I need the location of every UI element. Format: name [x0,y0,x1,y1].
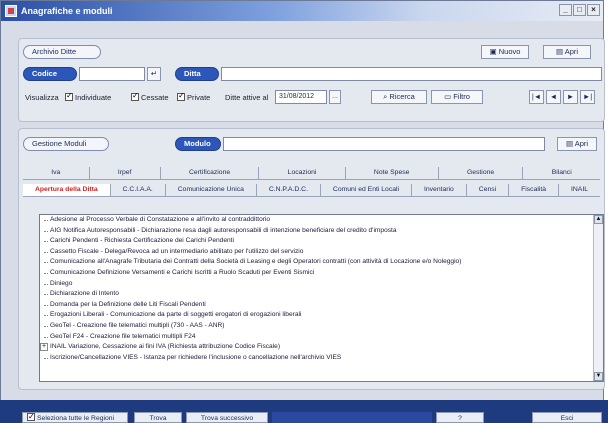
category-tabs-top: Iva Irpef Certificazione Locazioni Note … [23,167,600,180]
tab-cnpadc[interactable]: C.N.P.A.D.C. [255,184,320,196]
tab-censi[interactable]: Censi [465,184,508,196]
tab-bilanci[interactable]: Bilanci [522,167,600,179]
list-item[interactable]: GeoTel F24 - Creazione file telematici m… [40,332,603,343]
module-manager-label: Gestione Moduli [23,137,109,151]
private-checkbox[interactable]: Private [177,91,210,102]
window-controls: _ □ × [559,4,600,16]
checkbox-icon [27,411,35,422]
tab-comunicazione-unica[interactable]: Comunicazione Unica [164,184,256,196]
first-record-button[interactable]: |◄ [529,90,544,104]
code-lookup-icon[interactable]: ↵ [147,67,161,81]
archive-panel: Archivio Ditte ▣ Nuovo ▤ Apri Codice ↵ D… [18,38,605,122]
exit-button[interactable]: Esci [532,412,602,423]
list-item[interactable]: Comunicazione all'Anagrafe Tributaria de… [40,257,603,268]
scroll-up-icon[interactable]: ▲ [594,215,603,224]
company-input[interactable] [221,67,602,81]
tab-inail[interactable]: INAIL [558,184,600,196]
maximize-button[interactable]: □ [573,4,586,16]
open-icon: ▤ [555,47,565,56]
list-item[interactable]: Adesione al Processo Verbale di Constata… [40,215,603,226]
list-item[interactable]: Carichi Pendenti - Richiesta Certificazi… [40,236,603,247]
open-icon: ▤ [565,139,575,148]
list-item[interactable]: Iscrizione/Cancellazione VIES - Istanza … [40,353,603,364]
checkbox-icon [177,91,185,101]
list-item[interactable]: AIG Notifica Autoresponsabili - Dichiara… [40,226,603,237]
next-record-button[interactable]: ► [563,90,578,104]
list-item[interactable]: Dichiarazione di Intento [40,289,603,300]
tab-apertura-ditta[interactable]: Apertura della Ditta [23,184,110,196]
list-scrollbar[interactable]: ▲ ▼ [593,215,603,381]
module-input[interactable] [223,137,545,151]
module-open-button[interactable]: ▤ Apri [557,137,597,151]
list-item[interactable]: Diniego [40,279,603,290]
calendar-icon[interactable]: … [329,90,341,104]
window-title: Anagrafiche e moduli [21,6,113,16]
expand-icon[interactable]: + [40,343,48,352]
category-tabs-bottom: Apertura della Ditta C.C.I.A.A. Comunica… [23,184,600,197]
status-bar: Seleziona tutte le Regioni Trova Trova s… [0,400,608,423]
main-window: Anagrafiche e moduli _ □ × Archivio Ditt… [0,0,605,423]
new-button[interactable]: ▣ Nuovo [481,45,529,59]
find-next-button[interactable]: Trova successivo [186,412,268,423]
tab-locazioni[interactable]: Locazioni [258,167,344,179]
find-button[interactable]: Trova [134,412,182,423]
checkbox-icon [65,91,73,101]
tab-certificazione[interactable]: Certificazione [159,167,259,179]
list-item[interactable]: Domanda per la Definizione delle Liti Fi… [40,300,603,311]
archive-ditte-label: Archivio Ditte [23,45,101,59]
list-item[interactable]: GeoTel - Creazione file telematici multi… [40,321,603,332]
last-record-button[interactable]: ►| [580,90,595,104]
title-bar: Anagrafiche e moduli _ □ × [1,1,603,21]
app-icon [5,5,17,17]
list-item[interactable]: Cassetto Fiscale - Delega/Revoca ad un i… [40,247,603,258]
help-button[interactable]: ? [436,412,484,423]
tab-comuni-enti-locali[interactable]: Comuni ed Enti Locali [319,184,411,196]
show-label: Visualizza [25,93,59,102]
tab-iva[interactable]: Iva [23,167,89,179]
module-list: Adesione al Processo Verbale di Constata… [39,214,604,382]
modules-panel: Gestione Moduli Modulo ▤ Apri Iva Irpef … [18,128,605,390]
ceased-checkbox[interactable]: Cessate [131,91,169,102]
code-label: Codice [23,67,77,81]
tab-fiscalita[interactable]: Fiscalità [508,184,558,196]
checkbox-icon [131,91,139,101]
date-label: Ditte attive al [225,93,269,102]
code-input[interactable] [79,67,145,81]
list-item[interactable]: Comunicazione Definizione Versamenti e C… [40,268,603,279]
open-button[interactable]: ▤ Apri [543,45,591,59]
close-button[interactable]: × [587,4,600,16]
status-spacer [272,412,432,423]
minimize-button[interactable]: _ [559,4,572,16]
filter-button[interactable]: ▭ Filtro [431,90,483,104]
company-label: Ditta [175,67,219,81]
list-item[interactable]: Erogazioni Liberali - Comunicazione da p… [40,310,603,321]
tab-irpef[interactable]: Irpef [88,167,160,179]
scroll-down-icon[interactable]: ▼ [594,372,603,381]
new-icon: ▣ [489,47,499,56]
module-label: Modulo [175,137,221,151]
tab-inventario[interactable]: Inventario [411,184,466,196]
list-item[interactable]: + INAIL Variazione, Cessazione ai fini IV… [40,342,603,353]
tab-note-spese[interactable]: Note Spese [344,167,438,179]
prev-record-button[interactable]: ◄ [546,90,561,104]
date-input[interactable]: 31/08/2012 [275,90,327,104]
search-button[interactable]: ⌕ Ricerca [371,90,427,104]
tab-cciaa[interactable]: C.C.I.A.A. [109,184,165,196]
select-all-regions[interactable]: Seleziona tutte le Regioni [22,411,128,423]
filter-icon: ▭ [444,92,454,101]
active-checkbox[interactable]: Individuate [65,91,111,102]
tab-gestione[interactable]: Gestione [437,167,523,179]
